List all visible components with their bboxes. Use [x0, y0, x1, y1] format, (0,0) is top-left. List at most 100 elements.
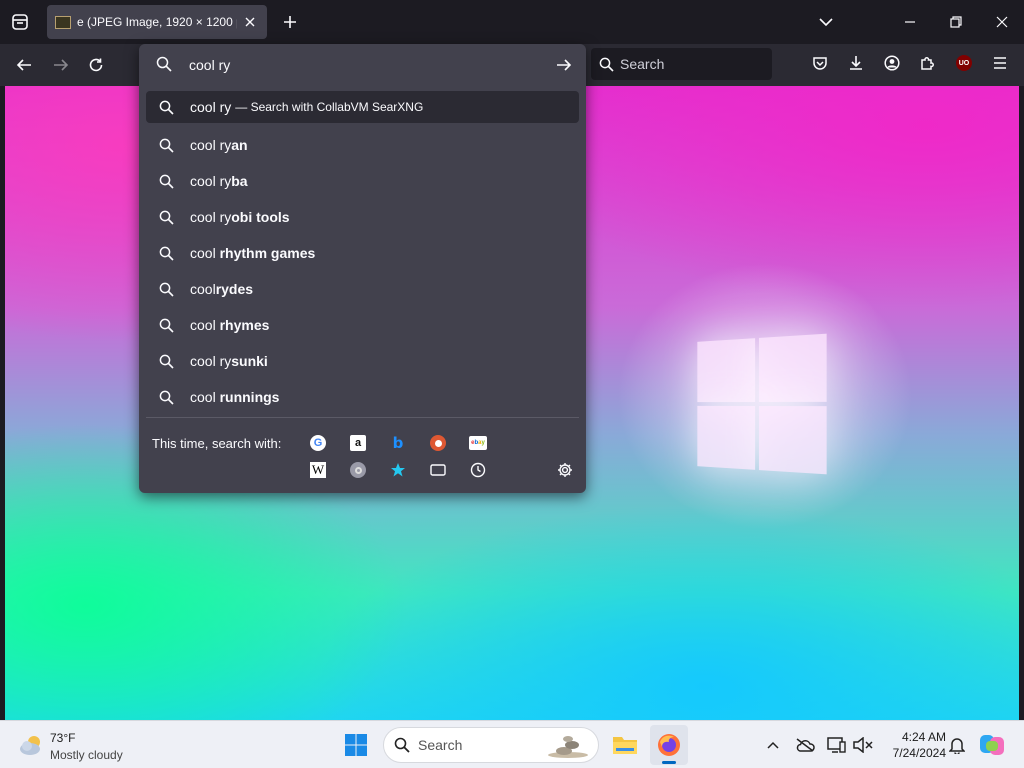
network-button[interactable]	[825, 733, 849, 757]
search-icon	[159, 246, 174, 261]
suggestion-completion: runnings	[219, 389, 280, 405]
speaker-muted-icon	[853, 737, 873, 753]
google-search-button[interactable]: G	[304, 429, 332, 457]
search-bar[interactable]: Search	[591, 48, 772, 80]
list-all-tabs-button[interactable]	[812, 8, 840, 36]
puzzle-icon	[921, 57, 934, 70]
hamburger-menu-icon	[994, 57, 1006, 69]
start-button[interactable]	[340, 729, 372, 761]
wikipedia-icon: W	[310, 462, 326, 478]
go-button[interactable]	[551, 52, 577, 78]
suggestion-text: cool rysunki	[190, 353, 268, 369]
volume-button[interactable]	[851, 733, 875, 757]
suggestion-row[interactable]: cool ryan	[146, 127, 579, 163]
firefox-view-button[interactable]	[4, 6, 36, 38]
suggestion-text: cool ryobi tools	[190, 209, 290, 225]
search-history-button[interactable]	[464, 456, 492, 484]
clock-icon	[470, 462, 486, 478]
taskbar-clock[interactable]: 4:24 AM 7/24/2024	[880, 729, 946, 761]
reload-button[interactable]	[80, 49, 112, 81]
amazon-search-button[interactable]: a	[344, 429, 372, 457]
google-icon: G	[310, 435, 326, 451]
active-tab[interactable]: e (JPEG Image, 1920 × 1200 pixels)	[47, 5, 267, 39]
tab-close-button[interactable]	[241, 13, 259, 31]
urlbar-input[interactable]	[189, 54, 529, 76]
search-icon	[159, 100, 174, 115]
suggestion-row[interactable]: cool rysunki	[146, 343, 579, 379]
window-restore-button[interactable]	[934, 0, 978, 44]
bing-search-button[interactable]: b	[384, 429, 412, 457]
reload-icon	[89, 58, 103, 72]
taskbar-search-box[interactable]: Search	[383, 727, 599, 763]
account-button[interactable]	[878, 49, 906, 77]
image-favicon-icon	[55, 15, 71, 29]
searxng-icon	[350, 462, 366, 478]
search-bookmarks-button[interactable]	[384, 456, 412, 484]
suggestion-row[interactable]: cool rhythm games	[146, 235, 579, 271]
notifications-button[interactable]	[945, 733, 969, 757]
search-icon	[159, 390, 174, 405]
gear-icon	[558, 463, 572, 477]
panel-divider	[146, 417, 579, 418]
suggestion-completion: rhythm games	[219, 245, 316, 261]
weather-temperature: 73°F	[50, 731, 76, 745]
suggestion-text: coolrydes	[190, 281, 253, 297]
copilot-icon[interactable]	[978, 731, 1006, 759]
ebay-icon: ebay	[469, 436, 487, 450]
clock-date: 7/24/2024	[892, 746, 946, 760]
ebay-search-button[interactable]: ebay	[464, 429, 492, 457]
search-icon	[159, 282, 174, 297]
suggestion-row[interactable]: cool ryba	[146, 163, 579, 199]
search-tabs-button[interactable]	[424, 456, 452, 484]
windows-logo-image	[697, 333, 827, 475]
close-icon	[996, 16, 1008, 28]
weather-widget[interactable]: 73°F Mostly cloudy	[14, 727, 154, 763]
clock-time: 4:24 AM	[901, 730, 946, 744]
app-menu-button[interactable]	[986, 49, 1014, 77]
extensions-button[interactable]	[914, 49, 942, 77]
suggestion-text: cool ryba	[190, 173, 248, 189]
suggestion-typed: cool	[190, 281, 216, 297]
bing-icon: b	[392, 434, 404, 452]
ublock-origin-button[interactable]: UO	[950, 49, 978, 77]
new-tab-button[interactable]	[276, 8, 304, 36]
wikipedia-search-button[interactable]: W	[304, 456, 332, 484]
suggestion-typed: cool	[190, 389, 220, 405]
suggestion-row[interactable]: cool runnings	[146, 379, 579, 415]
suggestion-row[interactable]: coolrydes	[146, 271, 579, 307]
file-explorer-taskbar-button[interactable]	[608, 728, 642, 762]
suggestion-row[interactable]: cool ryobi tools	[146, 199, 579, 235]
forward-button[interactable]	[45, 49, 77, 81]
duckduckgo-search-button[interactable]	[424, 429, 452, 457]
urlbar	[139, 44, 586, 86]
suggestion-row[interactable]: cool rhymes	[146, 307, 579, 343]
plus-icon	[284, 16, 296, 28]
back-button[interactable]	[8, 49, 40, 81]
firefox-taskbar-button[interactable]	[650, 725, 688, 765]
heuristic-search-result[interactable]: cool ry — Search with CollabVM SearXNG	[146, 91, 579, 123]
chevron-down-icon	[819, 18, 833, 27]
cloud-offline-icon	[796, 738, 815, 752]
window-minimize-button[interactable]	[888, 0, 932, 44]
device-network-icon	[827, 737, 846, 753]
arrow-left-icon	[16, 59, 31, 71]
downloads-button[interactable]	[842, 49, 870, 77]
suggestion-typed: cool ry	[190, 137, 232, 153]
onedrive-button[interactable]	[793, 733, 817, 757]
suggestion-completion: rhymes	[219, 317, 270, 333]
folder-icon	[613, 737, 637, 754]
urlbar-results: cool ry — Search with CollabVM SearXNG c…	[146, 91, 579, 415]
search-settings-button[interactable]	[551, 456, 579, 484]
search-icon	[159, 354, 174, 369]
pocket-icon	[813, 57, 827, 70]
windows-taskbar: 73°F Mostly cloudy Search 4:24 AM 7/24/2…	[0, 720, 1024, 768]
urlbar-panel: cool ry — Search with CollabVM SearXNG c…	[139, 44, 586, 493]
window-close-button[interactable]	[980, 0, 1024, 44]
pocket-button[interactable]	[806, 49, 834, 77]
windows-start-icon	[345, 734, 367, 756]
suggestion-typed: cool	[190, 317, 220, 333]
searxng-search-button[interactable]	[344, 456, 372, 484]
suggestion-typed: cool ry	[190, 209, 232, 225]
show-hidden-icons-button[interactable]	[761, 733, 785, 757]
arrow-right-icon	[557, 59, 572, 71]
